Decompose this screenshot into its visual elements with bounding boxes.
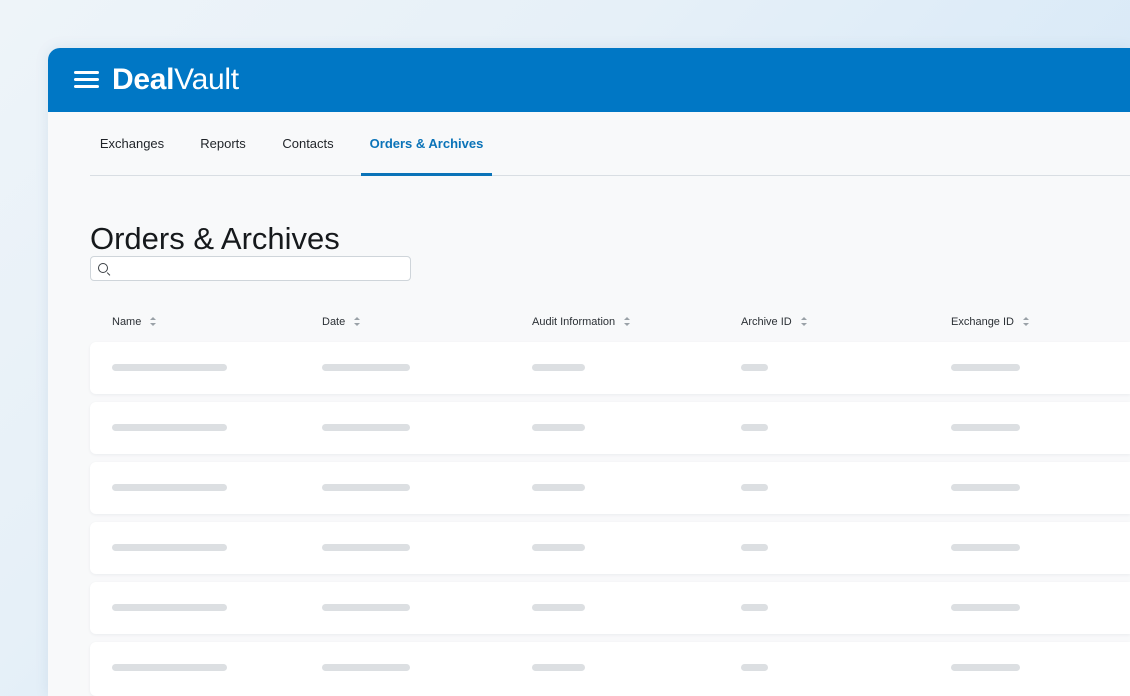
skeleton-cell-audit — [532, 544, 585, 551]
skeleton-cell-name — [112, 424, 227, 431]
skeleton-cell-audit — [532, 424, 585, 431]
column-header-exchange-id[interactable]: Exchange ID — [951, 310, 1030, 334]
column-header-audit-information[interactable]: Audit Information — [532, 310, 631, 334]
sort-icon[interactable] — [150, 317, 157, 327]
skeleton-cell-date — [322, 604, 410, 611]
skeleton-cell-audit — [532, 604, 585, 611]
skeleton-cell-date — [322, 664, 410, 671]
skeleton-cell-date — [322, 484, 410, 491]
skeleton-cell-archive-id — [741, 484, 768, 491]
column-header-archive-id[interactable]: Archive ID — [741, 310, 808, 334]
skeleton-cell-archive-id — [741, 424, 768, 431]
skeleton-cell-exchange-id — [951, 424, 1020, 431]
search-input[interactable] — [113, 258, 403, 278]
sort-icon[interactable] — [624, 317, 631, 327]
page-title: Orders & Archives — [90, 220, 340, 256]
sort-icon[interactable] — [354, 317, 361, 327]
column-header-label: Archive ID — [741, 316, 792, 329]
tab-exchanges[interactable]: Exchanges — [90, 112, 174, 175]
tab-reports[interactable]: Reports — [186, 112, 260, 175]
skeleton-cell-name — [112, 364, 227, 371]
logo-bold-part: Deal — [112, 63, 175, 96]
skeleton-cell-name — [112, 484, 227, 491]
hamburger-menu-icon[interactable] — [74, 70, 100, 90]
table-row[interactable] — [90, 462, 1130, 514]
skeleton-cell-archive-id — [741, 664, 768, 671]
skeleton-cell-exchange-id — [951, 544, 1020, 551]
skeleton-cell-archive-id — [741, 364, 768, 371]
table-header: Name Date Audit Information Archive ID E… — [90, 310, 1130, 334]
column-header-name[interactable]: Name — [112, 310, 157, 334]
search-box — [90, 256, 411, 281]
app-logo[interactable]: DealVault — [112, 63, 239, 97]
column-header-label: Date — [322, 316, 346, 329]
skeleton-cell-date — [322, 424, 410, 431]
app-window: DealVault Exchanges Reports Contacts Ord… — [48, 48, 1130, 696]
skeleton-cell-exchange-id — [951, 604, 1020, 611]
skeleton-cell-exchange-id — [951, 484, 1020, 491]
skeleton-cell-name — [112, 604, 227, 611]
sort-icon[interactable] — [1022, 317, 1030, 327]
table-row[interactable] — [90, 582, 1130, 634]
skeleton-cell-audit — [532, 364, 585, 371]
skeleton-cell-name — [112, 664, 227, 671]
table-row[interactable] — [90, 642, 1130, 696]
skeleton-cell-date — [322, 364, 410, 371]
tab-contacts[interactable]: Contacts — [270, 112, 346, 175]
tab-bar: Exchanges Reports Contacts Orders & Arch… — [90, 112, 1130, 176]
column-header-label: Exchange ID — [951, 316, 1014, 329]
tab-orders-archives[interactable]: Orders & Archives — [361, 112, 492, 176]
table-row[interactable] — [90, 342, 1130, 394]
skeleton-cell-exchange-id — [951, 664, 1020, 671]
skeleton-cell-exchange-id — [951, 364, 1020, 371]
table-row[interactable] — [90, 522, 1130, 574]
skeleton-cell-archive-id — [741, 544, 768, 551]
app-header: DealVault — [48, 48, 1130, 112]
column-header-label: Audit Information — [532, 316, 616, 329]
skeleton-cell-audit — [532, 664, 585, 671]
logo-regular-part: Vault — [174, 63, 239, 96]
search-icon — [98, 263, 108, 273]
skeleton-cell-date — [322, 544, 410, 551]
skeleton-cell-name — [112, 544, 227, 551]
sort-icon[interactable] — [800, 317, 808, 327]
skeleton-cell-audit — [532, 484, 585, 491]
skeleton-cell-archive-id — [741, 604, 768, 611]
column-header-label: Name — [112, 316, 142, 329]
column-header-date[interactable]: Date — [322, 310, 361, 334]
table-row[interactable] — [90, 402, 1130, 454]
